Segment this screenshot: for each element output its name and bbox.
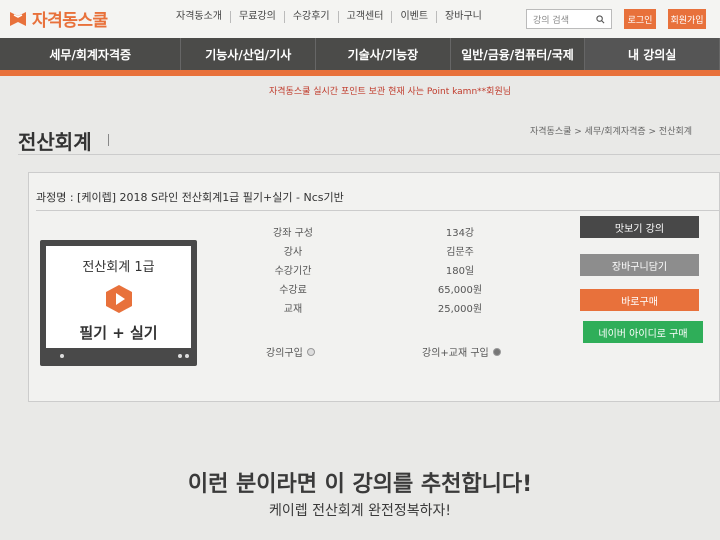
course-info-labels: 강좌 구성 강사 수강기간 수강료 교재	[258, 224, 328, 319]
radio-lecture-label: 강의구입	[266, 348, 303, 359]
logo-icon	[10, 11, 26, 26]
top-nav-about[interactable]: 자격동소개	[168, 11, 231, 23]
thumbnail-dot-icon	[60, 354, 64, 358]
info-value-composition: 134강	[445, 228, 475, 239]
point-notice: 자격동스쿨 실시간 포인트 보관 현재 사는 Point kamn**회원님	[268, 87, 511, 97]
top-bar: 자격동스쿨 자격동소개 무료강의 수강후기 고객센터 이벤트 장바구니 강의 검…	[0, 0, 720, 38]
info-value-instructor: 김문주	[446, 247, 474, 258]
info-label-fee: 수강료	[279, 285, 307, 296]
recommend-title: 이런 분이라면 이 강의를 추천합니다!	[187, 472, 533, 497]
radio-lecture-only[interactable]: 강의구입	[266, 344, 315, 359]
top-nav-support[interactable]: 고객센터	[339, 11, 393, 23]
info-value-period: 180일	[445, 266, 475, 277]
recommend-subtitle: 케이렙 전산회계 완전정복하자!	[269, 503, 451, 519]
main-nav-general[interactable]: 일반/금융/컴퓨터/국제	[451, 38, 586, 70]
play-icon[interactable]	[104, 284, 134, 314]
info-label-textbook: 교재	[283, 304, 303, 315]
top-nav: 자격동소개 무료강의 수강후기 고객센터 이벤트 장바구니	[168, 11, 490, 23]
main-nav-tax-accounting[interactable]: 세무/회계자격증	[0, 38, 182, 70]
top-nav-cart[interactable]: 장바구니	[437, 11, 490, 23]
thumbnail-dot-icon	[185, 354, 189, 358]
title-divider	[108, 134, 109, 146]
main-nav-engineer[interactable]: 기술사/기능장	[316, 38, 451, 70]
search-input[interactable]: 강의 검색	[526, 9, 612, 29]
naver-pay-button[interactable]: 네이버 아이디로 구매	[583, 321, 703, 343]
main-nav-my-classroom[interactable]: 내 강의실	[585, 38, 720, 70]
search-placeholder: 강의 검색	[533, 15, 569, 26]
page-title: 전산회계	[18, 130, 92, 154]
course-info-values: 134강 김문주 180일 65,000원 25,000원	[420, 224, 500, 319]
thumbnail-dot-icon	[178, 354, 182, 358]
top-nav-free-lecture[interactable]: 무료강의	[231, 11, 285, 23]
info-value-textbook: 25,000원	[437, 304, 483, 315]
login-button[interactable]: 로그인	[624, 9, 656, 29]
radio-lecture-book-label: 강의+교재 구입	[422, 348, 489, 359]
info-label-composition: 강좌 구성	[273, 228, 313, 239]
thumbnail-subtitle: 필기 + 실기	[79, 324, 158, 342]
info-label-period: 수강기간	[274, 266, 312, 277]
preview-lecture-button[interactable]: 맛보기 강의	[580, 216, 699, 238]
radio-lecture-button[interactable]	[306, 347, 315, 356]
course-name: 과정명 : [케이렙] 2018 S라인 전산회계1급 필기+실기 - Ncs기…	[36, 191, 344, 204]
radio-lecture-book[interactable]: 강의+교재 구입	[422, 344, 501, 359]
main-nav: 세무/회계자격증 기능사/산업/기사 기술사/기능장 일반/금융/컴퓨터/국제 …	[0, 38, 720, 70]
radio-lecture-book-button[interactable]	[492, 347, 501, 356]
course-divider	[36, 210, 720, 211]
add-to-cart-button[interactable]: 장바구니담기	[580, 254, 699, 276]
top-nav-event[interactable]: 이벤트	[392, 11, 438, 23]
join-button[interactable]: 회원가입	[668, 9, 706, 29]
thumbnail-screen: 전산회계 1급 필기 + 실기	[46, 246, 191, 348]
main-nav-technician[interactable]: 기능사/산업/기사	[181, 38, 317, 70]
info-label-instructor: 강사	[283, 247, 303, 258]
search-icon[interactable]	[596, 14, 605, 24]
breadcrumb: 자격동스쿨 > 세무/회계자격증 > 전산회계	[530, 127, 693, 137]
nav-accent-bar	[0, 70, 720, 76]
buy-now-button[interactable]: 바로구매	[580, 289, 699, 311]
logo-text: 자격동스쿨	[32, 11, 108, 31]
site-logo[interactable]: 자격동스쿨	[8, 6, 108, 31]
header-divider	[18, 154, 720, 155]
info-value-fee: 65,000원	[437, 285, 483, 296]
course-thumbnail[interactable]: 전산회계 1급 필기 + 실기	[40, 240, 197, 366]
thumbnail-title: 전산회계 1급	[82, 260, 155, 275]
top-nav-reviews[interactable]: 수강후기	[285, 11, 339, 23]
